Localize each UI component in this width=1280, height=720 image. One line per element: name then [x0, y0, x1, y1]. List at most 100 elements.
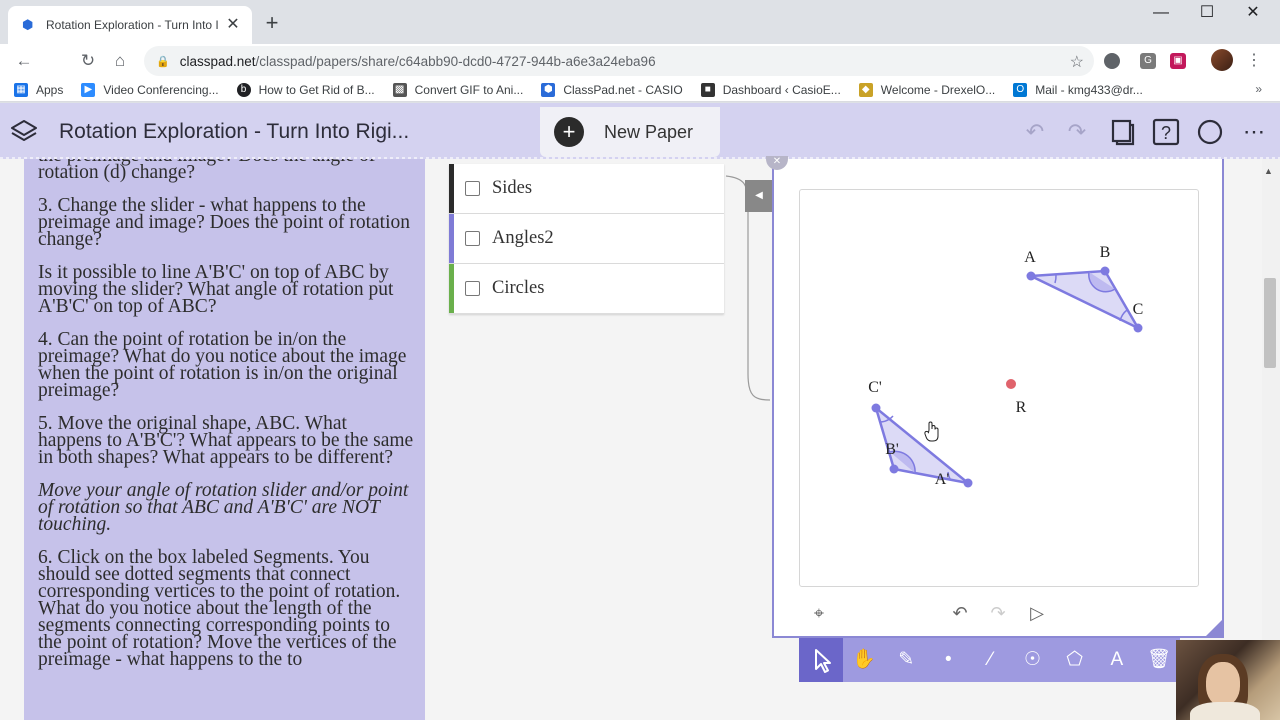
webcam-shirt: [1190, 702, 1260, 720]
scroll-thumb[interactable]: [1264, 278, 1276, 368]
address-bar[interactable]: 🔒 classpad.net/classpad/papers/share/c64…: [144, 46, 1094, 76]
browser-tab[interactable]: ⬢ Rotation Exploration - Turn Into I ✕: [8, 6, 252, 44]
instructions-text: the preimage and image? Does the angle o…: [38, 159, 414, 684]
play-icon[interactable]: ▷: [1025, 602, 1049, 624]
trash-icon[interactable]: 🗑: [1138, 638, 1180, 682]
back-arrow-icon[interactable]: ←: [10, 47, 38, 75]
polygon-icon[interactable]: ⬠: [1054, 638, 1096, 682]
resize-handle[interactable]: [1204, 620, 1222, 638]
line-icon[interactable]: ⁄: [969, 638, 1011, 682]
plus-icon: +: [554, 117, 584, 147]
drawing-toolbar: ✋ ✎ • ⁄ ☉ ⬠ A 🗑: [799, 638, 1180, 682]
circle-account-icon[interactable]: [1195, 117, 1225, 147]
pages-icon[interactable]: [1107, 117, 1137, 147]
bookmark-item[interactable]: ■ Dashboard ‹ CasioE...: [700, 82, 841, 97]
bookmark-label: Dashboard ‹ CasioE...: [722, 82, 841, 97]
vertex-a[interactable]: [1026, 271, 1036, 281]
browser-menu-icon[interactable]: ⋮: [1244, 49, 1264, 73]
bookmark-item[interactable]: ▶ Video Conferencing...: [81, 82, 219, 97]
redo-icon[interactable]: ↷: [1062, 117, 1092, 147]
checklist-item-sides[interactable]: Sides: [449, 164, 724, 214]
vertex-c-prime[interactable]: [871, 403, 881, 413]
bookmark-label: Convert GIF to Ani...: [414, 82, 524, 97]
text-tool-icon[interactable]: A: [1096, 638, 1138, 682]
help-icon[interactable]: ?: [1151, 117, 1181, 147]
webcam-video: [1176, 640, 1280, 720]
paragraph: Is it possible to line A'B'C' on top of …: [38, 262, 394, 317]
vertex-b-prime[interactable]: [889, 464, 899, 474]
bookmark-item[interactable]: ⬢ ClassPad.net - CASIO: [541, 82, 683, 97]
new-paper-button[interactable]: + New Paper: [540, 107, 720, 157]
hand-pan-icon[interactable]: ✋: [843, 638, 885, 682]
extension-circle-icon[interactable]: [1104, 53, 1120, 69]
instructions-card[interactable]: the preimage and image? Does the angle o…: [24, 159, 425, 720]
rotation-point-r[interactable]: [1006, 379, 1016, 389]
checklist-label: Circles: [492, 278, 545, 298]
label-b: B: [1100, 244, 1111, 261]
label-r: R: [1016, 399, 1027, 416]
triangle-abc[interactable]: [1026, 269, 1142, 331]
point-icon[interactable]: •: [927, 638, 969, 682]
checklist-label: Angles2: [492, 228, 554, 248]
item-color-bar: [449, 214, 454, 263]
bookmark-item[interactable]: O Mail - kmg433@dr...: [1013, 82, 1143, 97]
bookmarks-bar: ▦ Apps ▶ Video Conferencing... b How to Get…: [0, 78, 1280, 102]
zoom-icon: ▶: [81, 82, 96, 97]
extension-g-icon[interactable]: G: [1140, 53, 1156, 69]
pen-icon[interactable]: ✎: [885, 638, 927, 682]
new-tab-button[interactable]: +: [260, 11, 284, 35]
bookmark-star-icon[interactable]: ☆: [1070, 52, 1084, 72]
paragraph: 5. Move the original shape, ABC. What ha…: [38, 413, 414, 468]
select-arrow-icon[interactable]: [799, 638, 843, 682]
collapse-panel-button[interactable]: ◀: [745, 180, 773, 212]
vertex-c[interactable]: [1133, 323, 1143, 333]
bookmark-label: Apps: [36, 82, 64, 97]
crosshair-center-icon[interactable]: ⌖: [807, 602, 831, 624]
new-paper-label: New Paper: [604, 121, 694, 142]
geometry-drawing: A B C C' B' A' R: [868, 244, 1144, 488]
circle-tool-icon[interactable]: ☉: [1012, 638, 1054, 682]
bookmark-label: Welcome - DrexelO...: [880, 82, 996, 97]
document-title[interactable]: Rotation Exploration - Turn Into Rigi...: [59, 120, 409, 144]
canvas-redo-icon[interactable]: ↷: [986, 602, 1010, 624]
bookmark-item[interactable]: ▦ Apps: [14, 82, 64, 97]
layers-icon[interactable]: [10, 118, 38, 146]
checkbox[interactable]: [465, 231, 480, 246]
checklist-item-angles2[interactable]: Angles2: [449, 214, 724, 264]
bookmark-item[interactable]: b How to Get Rid of B...: [236, 82, 375, 97]
profile-avatar[interactable]: [1211, 49, 1233, 71]
window-close-icon[interactable]: ✕: [1230, 0, 1276, 26]
scroll-up-icon[interactable]: ▲: [1264, 166, 1273, 176]
lock-icon: 🔒: [156, 55, 170, 68]
vertex-b[interactable]: [1100, 266, 1110, 276]
label-c: C: [1133, 301, 1144, 318]
maximize-icon[interactable]: ☐: [1184, 0, 1230, 26]
paragraph-italic: Move your angle of rotation slider and/o…: [38, 480, 409, 535]
bookmark-label: Video Conferencing...: [103, 82, 219, 97]
checkbox[interactable]: [465, 281, 480, 296]
bookmark-item[interactable]: ◆ Welcome - DrexelO...: [858, 82, 996, 97]
tab-close-icon[interactable]: ✕: [224, 16, 242, 34]
more-menu-icon[interactable]: ⋯: [1239, 117, 1269, 147]
url-text: classpad.net/classpad/papers/share/c64ab…: [180, 54, 656, 69]
label-b-prime: B': [885, 441, 899, 458]
browser-toolbar: ← ↻ ⌂ 🔒 classpad.net/classpad/papers/sha…: [0, 44, 1280, 78]
checklist-item-circles[interactable]: Circles: [449, 264, 724, 314]
bookmark-label: Mail - kmg433@dr...: [1035, 82, 1143, 97]
undo-icon[interactable]: ↶: [1020, 117, 1050, 147]
reload-icon[interactable]: ↻: [74, 47, 102, 75]
bookmark-item[interactable]: ▩ Convert GIF to Ani...: [392, 82, 524, 97]
page-scrollbar[interactable]: [1262, 159, 1280, 720]
canvas-undo-icon[interactable]: ↶: [948, 602, 972, 624]
bookmarks-more-icon[interactable]: »: [1255, 82, 1262, 96]
svg-text:?: ?: [1161, 123, 1171, 143]
home-icon[interactable]: ⌂: [106, 47, 134, 75]
item-color-bar: [449, 264, 454, 313]
vertex-a-prime[interactable]: [963, 478, 973, 488]
checkbox[interactable]: [465, 181, 480, 196]
geometry-canvas[interactable]: A B C C' B' A' R: [799, 189, 1199, 587]
minimize-icon[interactable]: —: [1138, 0, 1184, 26]
paragraph: 6. Click on the box labeled Segments. Yo…: [38, 547, 401, 670]
casio-dashboard-icon: ■: [700, 82, 715, 97]
extension-shield-icon[interactable]: ▣: [1170, 53, 1186, 69]
